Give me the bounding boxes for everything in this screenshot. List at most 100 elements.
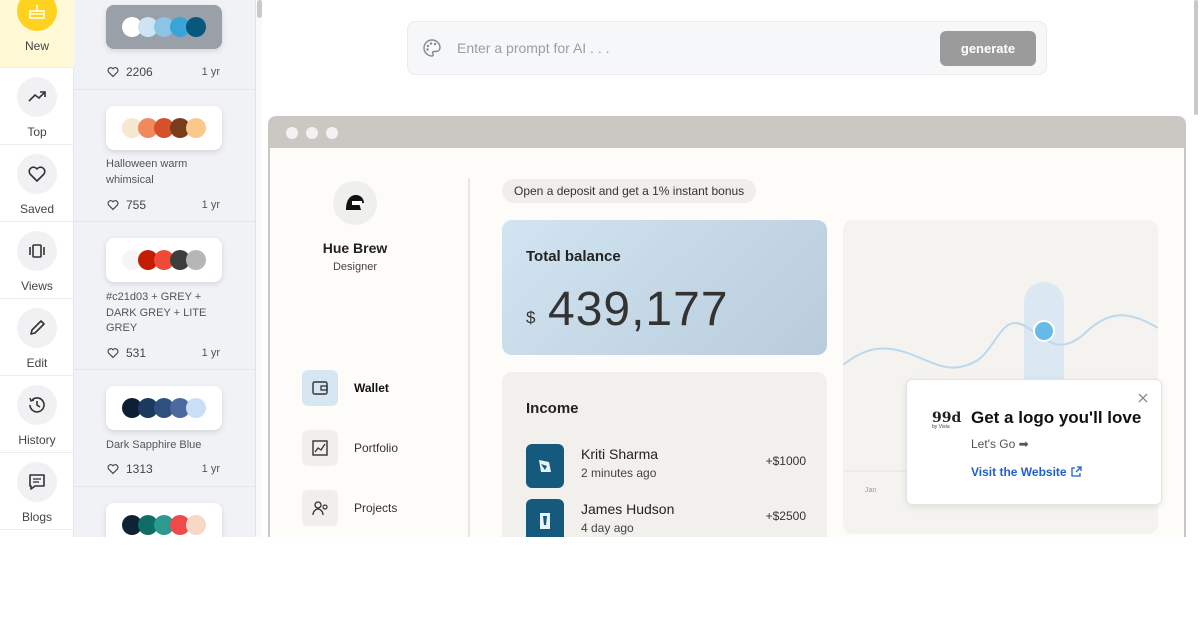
prompt-bar: generate bbox=[407, 21, 1047, 75]
chart-icon bbox=[302, 430, 338, 466]
nav-label: New bbox=[24, 39, 49, 53]
income-row[interactable]: Kriti Sharma 2 minutes ago +$1000 bbox=[526, 444, 806, 488]
feed-scrollbar-thumb[interactable] bbox=[257, 0, 262, 18]
card-age: 1 yr bbox=[201, 347, 220, 359]
heart-icon[interactable] bbox=[106, 65, 120, 79]
palette-swatch[interactable] bbox=[106, 386, 222, 430]
palette-card[interactable] bbox=[74, 487, 255, 537]
profile-role: Designer bbox=[332, 261, 378, 273]
palette-card[interactable]: 2206 1 yr bbox=[74, 0, 255, 90]
heart-icon bbox=[17, 154, 57, 194]
ad-headline: Get a logo you'll love bbox=[971, 408, 1142, 427]
nav-item-views[interactable]: Views bbox=[0, 222, 74, 299]
income-time: 2 minutes ago bbox=[581, 466, 657, 480]
menu-item-wallet[interactable]: Wallet bbox=[302, 370, 462, 406]
card-meta: 2206 1 yr bbox=[106, 65, 220, 79]
card-meta: 755 1 yr bbox=[106, 198, 220, 212]
generate-button[interactable]: generate bbox=[940, 31, 1036, 66]
color-dot[interactable] bbox=[186, 515, 206, 535]
page-scrollbar[interactable] bbox=[1192, 0, 1200, 537]
card-age: 1 yr bbox=[201, 463, 220, 475]
card-age: 1 yr bbox=[201, 199, 220, 211]
nav-item-blogs[interactable]: Blogs bbox=[0, 453, 74, 530]
menu-item-projects[interactable]: Projects bbox=[302, 490, 462, 526]
close-icon[interactable] bbox=[1137, 391, 1149, 403]
color-dot[interactable] bbox=[186, 250, 206, 270]
app-viewport: New Top Saved Views Edit History Blogs 2… bbox=[0, 0, 1200, 537]
card-meta: 531 1 yr bbox=[106, 346, 220, 360]
page-scrollbar-thumb[interactable] bbox=[1194, 0, 1198, 115]
income-title: Income bbox=[526, 400, 579, 417]
pencil-icon bbox=[17, 308, 57, 348]
income-row[interactable]: James Hudson 4 day ago +$2500 bbox=[526, 499, 806, 537]
like-count: 1313 bbox=[126, 462, 153, 476]
heart-icon[interactable] bbox=[106, 462, 120, 476]
balance-amount: 439,177 bbox=[548, 283, 729, 336]
income-amount: +$1000 bbox=[765, 454, 806, 468]
balance-title: Total balance bbox=[526, 248, 621, 265]
income-time: 4 day ago bbox=[581, 521, 634, 535]
palette-swatch[interactable] bbox=[106, 106, 222, 150]
menu-label: Projects bbox=[354, 501, 398, 515]
like-count: 755 bbox=[126, 198, 147, 212]
income-name: Kriti Sharma bbox=[581, 446, 659, 462]
nav-label: Blogs bbox=[21, 510, 53, 524]
ad-logo: 99d by Vista bbox=[932, 410, 961, 430]
palette-swatch[interactable] bbox=[106, 503, 222, 537]
card-age: 1 yr bbox=[201, 66, 220, 78]
color-dot[interactable] bbox=[186, 118, 206, 138]
nav-item-saved[interactable]: Saved bbox=[0, 145, 74, 222]
cake-icon bbox=[17, 0, 57, 31]
left-nav: New Top Saved Views Edit History Blogs bbox=[0, 0, 74, 537]
like-count: 531 bbox=[126, 346, 147, 360]
menu-item-portfolio[interactable]: Portfolio bbox=[302, 430, 462, 466]
nav-item-edit[interactable]: Edit bbox=[0, 299, 74, 376]
color-dot[interactable] bbox=[186, 17, 206, 37]
palette-name: Dark Sapphire Blue bbox=[106, 439, 202, 451]
prompt-input[interactable] bbox=[457, 40, 927, 56]
nav-item-history[interactable]: History bbox=[0, 376, 74, 453]
card-meta: 1313 1 yr bbox=[106, 462, 220, 476]
heart-icon[interactable] bbox=[106, 198, 120, 212]
palette-name: Halloween warm whimsical bbox=[106, 158, 188, 186]
message-icon bbox=[17, 462, 57, 502]
team-icon bbox=[302, 490, 338, 526]
nav-label: Saved bbox=[19, 202, 55, 216]
nav-label: Edit bbox=[26, 356, 48, 370]
profile-name: Hue Brew bbox=[322, 240, 388, 256]
palette-card[interactable]: Halloween warm whimsical 755 1 yr bbox=[74, 90, 255, 222]
palette-card[interactable]: #c21d03 + GREY + DARK GREY + LITE GREY 5… bbox=[74, 222, 255, 370]
palette-name: #c21d03 + GREY + DARK GREY + LITE GREY bbox=[106, 291, 207, 334]
palette-swatch[interactable] bbox=[106, 238, 222, 282]
nav-label: History bbox=[18, 433, 56, 447]
menu-label: Portfolio bbox=[354, 441, 399, 455]
menu-label: Wallet bbox=[354, 381, 389, 395]
ad-subtext: Let's Go ➡ bbox=[971, 437, 1029, 451]
chart-month-label: Jan bbox=[865, 487, 876, 494]
chart-marker bbox=[1033, 320, 1055, 342]
color-dot[interactable] bbox=[186, 398, 206, 418]
sidebar-divider bbox=[468, 178, 470, 537]
like-count: 2206 bbox=[126, 65, 153, 79]
nav-item-top[interactable]: Top bbox=[0, 68, 74, 145]
income-card: Income Kriti Sharma 2 minutes ago +$1000… bbox=[502, 372, 827, 537]
income-name: James Hudson bbox=[581, 501, 675, 517]
nav-label: Top bbox=[27, 125, 47, 139]
heart-icon[interactable] bbox=[106, 346, 120, 360]
avatar bbox=[526, 499, 564, 537]
external-link-icon[interactable] bbox=[1070, 465, 1082, 483]
visit-website-link[interactable]: Visit the Website bbox=[971, 465, 1067, 479]
balance-currency: $ bbox=[526, 308, 536, 327]
feed-scrollbar[interactable] bbox=[255, 0, 262, 537]
wallet-icon bbox=[302, 370, 338, 406]
palette-card[interactable]: Dark Sapphire Blue 1313 1 yr bbox=[74, 370, 255, 487]
palette-swatch[interactable] bbox=[106, 5, 222, 49]
promo-pill[interactable]: Open a deposit and get a 1% instant bonu… bbox=[502, 179, 757, 203]
avatar bbox=[333, 181, 377, 225]
balance-card: Total balance $ 439,177 bbox=[502, 220, 827, 355]
ad-popup: 99d by Vista Get a logo you'll love Let's… bbox=[906, 379, 1162, 505]
nav-label: Views bbox=[21, 279, 53, 293]
income-amount: +$2500 bbox=[765, 509, 806, 523]
palette-icon bbox=[421, 37, 443, 59]
nav-item-new[interactable]: New bbox=[0, 0, 74, 68]
